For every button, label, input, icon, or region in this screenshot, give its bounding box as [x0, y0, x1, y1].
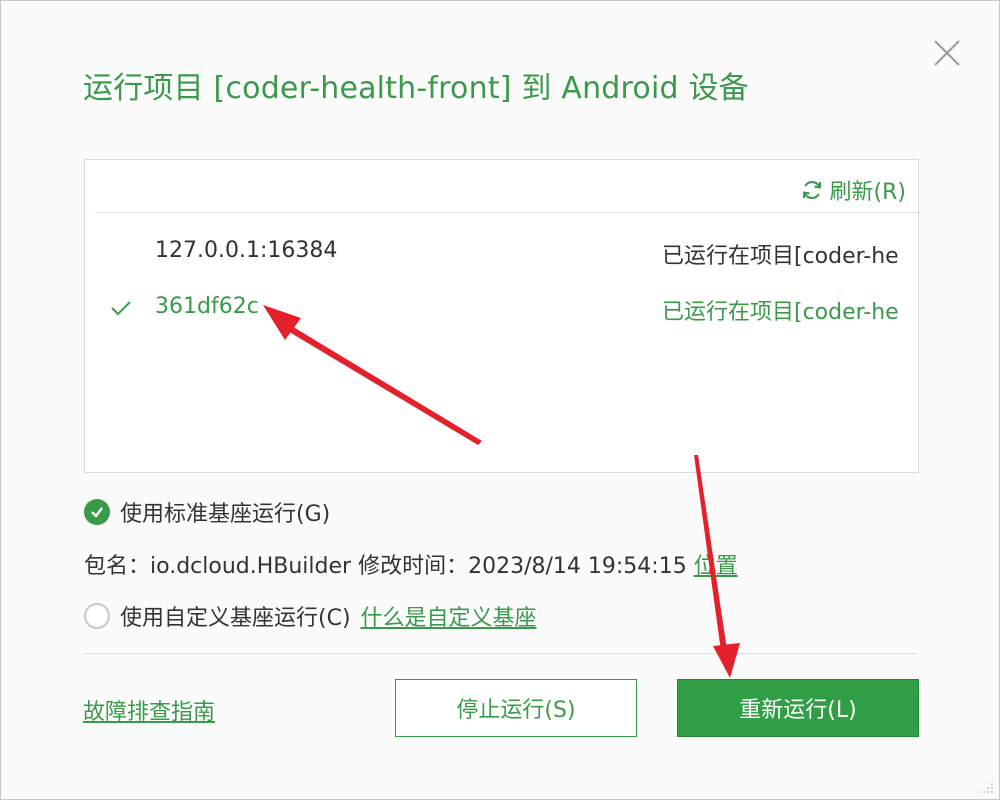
troubleshoot-link[interactable]: 故障排查指南 — [83, 694, 215, 726]
device-row[interactable]: 127.0.0.1:16384 已运行在项目[coder-he — [85, 234, 918, 274]
location-link[interactable]: 位置 — [694, 554, 738, 579]
resize-grip-icon[interactable] — [979, 779, 995, 795]
device-status: 已运行在项目[coder-he — [662, 244, 899, 269]
panel-divider — [95, 212, 918, 213]
footer-divider — [84, 653, 917, 654]
dialog-window: 运行项目 [coder-health-front] 到 Android 设备 刷… — [0, 0, 1000, 800]
modified-label: 修改时间： — [358, 554, 469, 579]
device-name: 361df62c — [155, 294, 259, 319]
custom-base-option[interactable]: 使用自定义基座运行(C) 什么是自定义基座 — [84, 600, 537, 632]
device-row-selected[interactable]: 361df62c 已运行在项目[coder-he — [85, 290, 918, 330]
device-name: 127.0.0.1:16384 — [155, 238, 338, 263]
rerun-button[interactable]: 重新运行(L) — [677, 679, 919, 737]
close-icon[interactable] — [931, 37, 963, 69]
what-is-custom-base-link[interactable]: 什么是自定义基座 — [361, 600, 537, 632]
standard-base-option[interactable]: 使用标准基座运行(G) — [84, 496, 330, 528]
refresh-icon — [802, 180, 821, 200]
modified-time: 2023/8/14 19:54:15 — [468, 554, 687, 579]
device-status: 已运行在项目[coder-he — [662, 300, 899, 325]
device-list-panel: 刷新(R) 127.0.0.1:16384 已运行在项目[coder-he 36… — [84, 159, 919, 473]
radio-checked-icon — [84, 499, 110, 525]
custom-base-label: 使用自定义基座运行(C) — [120, 606, 351, 631]
stop-button[interactable]: 停止运行(S) — [395, 679, 637, 737]
radio-unchecked-icon — [84, 603, 110, 629]
refresh-label: 刷新(R) — [829, 180, 906, 205]
check-icon — [111, 301, 131, 316]
dialog-title: 运行项目 [coder-health-front] 到 Android 设备 — [83, 71, 749, 106]
refresh-button[interactable]: 刷新(R) — [800, 174, 906, 206]
package-label: 包名： — [84, 554, 151, 579]
package-name: io.dcloud.HBuilder — [150, 554, 352, 579]
standard-base-label: 使用标准基座运行(G) — [120, 502, 331, 527]
package-info: 包名：io.dcloud.HBuilder 修改时间：2023/8/14 19:… — [84, 548, 738, 580]
